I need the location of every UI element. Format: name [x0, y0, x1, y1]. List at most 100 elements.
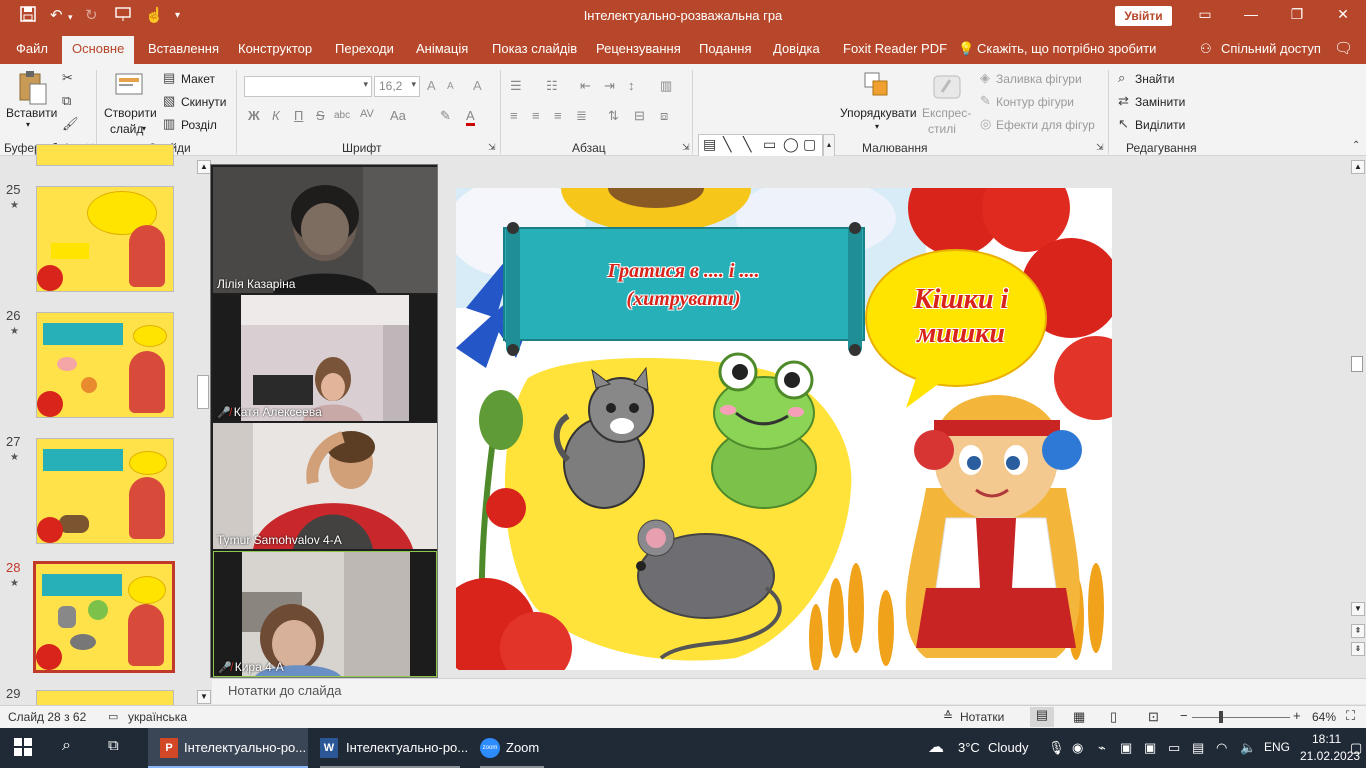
- drawing-launcher-icon[interactable]: ⇲: [1096, 142, 1104, 153]
- highlight-icon[interactable]: ✎: [440, 108, 451, 124]
- reading-view-icon[interactable]: ▯: [1110, 709, 1117, 725]
- reset-icon[interactable]: ▧: [163, 93, 175, 109]
- layout-icon[interactable]: ▤: [163, 70, 175, 86]
- rectangle-shape-icon[interactable]: ▭: [763, 136, 776, 153]
- slide-thumbnail-28-selected[interactable]: [33, 561, 175, 673]
- decrease-indent-icon[interactable]: ⇤: [580, 78, 591, 94]
- bubble-text-line2[interactable]: мишки: [886, 318, 1036, 350]
- paragraph-launcher-icon[interactable]: ⇲: [682, 142, 690, 153]
- windows-start-icon[interactable]: [14, 738, 32, 759]
- canvas-scrollbar[interactable]: ▲ ▼ ⇞ ⇟: [1350, 160, 1366, 676]
- font-name-combo[interactable]: ▾: [244, 76, 372, 97]
- grow-font-icon[interactable]: A: [427, 78, 436, 93]
- ppt-tray-icon[interactable]: ▣: [1144, 740, 1156, 756]
- find-icon[interactable]: ⌕: [1118, 70, 1125, 86]
- app-tray-icon[interactable]: ▣: [1120, 740, 1132, 756]
- section-button[interactable]: Розділ: [181, 118, 217, 132]
- slide-thumbnail-27[interactable]: [36, 438, 174, 544]
- copy-icon[interactable]: ⧉: [62, 93, 71, 109]
- clock-time[interactable]: 18:11: [1312, 732, 1341, 746]
- tab-review[interactable]: Рецензування: [596, 41, 681, 56]
- new-slide-dropdown-icon[interactable]: ▾: [142, 124, 146, 133]
- arrange-dropdown-icon[interactable]: ▾: [875, 122, 879, 131]
- taskbar-app-powerpoint[interactable]: P Інтелектуально-ро...: [148, 728, 308, 768]
- zoom-slider-thumb[interactable]: [1219, 711, 1224, 723]
- reset-button[interactable]: Скинути: [181, 95, 226, 109]
- line2-shape-icon[interactable]: ╲: [743, 136, 751, 153]
- oval-shape-icon[interactable]: ◯: [783, 136, 799, 153]
- spellcheck-icon[interactable]: ▭: [108, 710, 118, 723]
- cut-icon[interactable]: ✂: [62, 70, 73, 86]
- arrange-icon[interactable]: [862, 70, 892, 105]
- slide-thumbnail-24[interactable]: [36, 144, 174, 166]
- shape-effects-icon[interactable]: ◎: [980, 116, 991, 132]
- shape-fill-icon[interactable]: ◈: [980, 70, 990, 86]
- paste-button[interactable]: Вставити: [6, 106, 57, 120]
- thumbnail-scrollbar[interactable]: ▲ ▼: [197, 160, 211, 704]
- input-language[interactable]: ENG: [1264, 740, 1290, 754]
- slide-thumbnail-25[interactable]: [36, 186, 174, 292]
- slide-thumbnail-29[interactable]: [36, 690, 174, 706]
- tell-me-search[interactable]: Скажіть, що потрібно зробити: [977, 41, 1156, 56]
- numbering-icon[interactable]: ☷: [546, 78, 558, 94]
- task-view-icon[interactable]: ⧉: [108, 737, 119, 754]
- minimize-button[interactable]: —: [1236, 6, 1266, 22]
- quick-styles-button-line2[interactable]: стилі: [928, 122, 956, 136]
- banner-subtitle[interactable]: (хитрувати): [556, 288, 811, 311]
- shadow-button[interactable]: abc: [334, 110, 350, 121]
- quick-styles-icon[interactable]: [932, 72, 962, 105]
- clear-format-icon[interactable]: A: [473, 78, 482, 93]
- align-left-icon[interactable]: ≡: [510, 108, 518, 123]
- usb-tray-icon[interactable]: ⌁: [1098, 740, 1106, 756]
- video-tile[interactable]: Tymur Samohvalov 4-A: [213, 423, 437, 549]
- paste-icon[interactable]: [16, 70, 48, 109]
- smartart-icon[interactable]: ⧈: [660, 108, 668, 124]
- bubble-text-line1[interactable]: Кішки і: [886, 284, 1036, 316]
- new-slide-button[interactable]: Створити: [104, 106, 157, 120]
- slide-28[interactable]: Гратися в .... і .... (хитрувати) Кішки …: [456, 188, 1112, 670]
- weather-temp[interactable]: 3°C: [958, 740, 980, 755]
- tab-foxit[interactable]: Foxit Reader PDF: [843, 41, 947, 56]
- zoom-out-icon[interactable]: −: [1180, 708, 1188, 723]
- select-button[interactable]: Виділити: [1135, 118, 1185, 132]
- increase-indent-icon[interactable]: ⇥: [604, 78, 615, 94]
- slideshow-icon[interactable]: ⊡: [1148, 709, 1159, 725]
- arrange-button[interactable]: Упорядкувати: [840, 106, 917, 120]
- taskbar-app-zoom[interactable]: zoom Zoom: [472, 728, 552, 768]
- tab-view[interactable]: Подання: [699, 41, 752, 56]
- select-icon[interactable]: ↖: [1118, 116, 1129, 132]
- notes-pane[interactable]: Нотатки до слайда: [212, 678, 1366, 704]
- weather-text[interactable]: Cloudy: [988, 740, 1028, 755]
- notes-icon[interactable]: ≙: [943, 709, 953, 723]
- ribbon-display-button[interactable]: ▭: [1190, 6, 1220, 23]
- strikethrough-button[interactable]: S: [316, 108, 325, 123]
- columns-icon[interactable]: ▥: [660, 78, 672, 94]
- tab-design[interactable]: Конструктор: [238, 41, 312, 56]
- language-indicator[interactable]: українська: [128, 710, 187, 724]
- tab-slideshow[interactable]: Показ слайдів: [492, 41, 577, 56]
- bullets-icon[interactable]: ☰: [510, 78, 522, 94]
- italic-button[interactable]: К: [272, 108, 280, 123]
- shrink-font-icon[interactable]: A: [447, 81, 454, 92]
- format-painter-icon[interactable]: 🖌: [62, 116, 79, 132]
- shape-outline-icon[interactable]: ✎: [980, 93, 991, 109]
- line-spacing-icon[interactable]: ↕: [628, 78, 635, 93]
- video-tile[interactable]: 🎤̸ Катя Алексеева: [213, 295, 437, 421]
- share-button[interactable]: Спільний доступ: [1221, 41, 1321, 56]
- notes-toggle-button[interactable]: Нотатки: [960, 710, 1004, 724]
- comments-icon[interactable]: 🗨: [1334, 39, 1353, 57]
- zoom-in-icon[interactable]: +: [1293, 708, 1301, 723]
- justify-icon[interactable]: ≣: [576, 108, 587, 124]
- tab-transitions[interactable]: Переходи: [335, 41, 394, 56]
- close-button[interactable]: ✕: [1328, 6, 1358, 23]
- fit-slide-icon[interactable]: ⛶: [1346, 708, 1355, 724]
- zoom-tray-icon[interactable]: ◉: [1072, 740, 1083, 756]
- tab-file[interactable]: Файл: [16, 41, 48, 56]
- align-text-icon[interactable]: ⊟: [634, 108, 645, 124]
- line-shape-icon[interactable]: ╲: [723, 136, 731, 153]
- bold-button[interactable]: Ж: [248, 108, 260, 123]
- paste-dropdown-icon[interactable]: ▾: [26, 120, 30, 129]
- change-case-button[interactable]: Aa: [390, 108, 406, 123]
- new-slide-icon[interactable]: [114, 70, 144, 103]
- volume-tray-icon[interactable]: 🔈: [1240, 740, 1256, 756]
